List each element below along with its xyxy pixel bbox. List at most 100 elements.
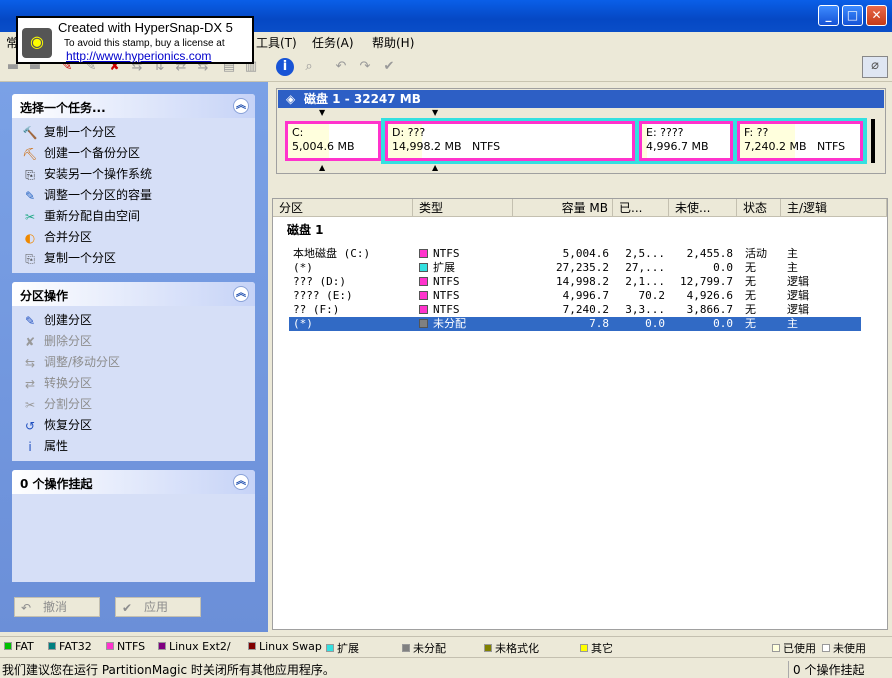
- table-row[interactable]: (*) 未分配 7.8 0.0 0.0 无 主: [289, 317, 861, 331]
- operation-icon: ⇆: [24, 356, 36, 370]
- legend-swatch: [326, 644, 334, 652]
- operation-item[interactable]: ✎ 创建分区: [12, 310, 255, 331]
- menu-help[interactable]: 帮助(H): [372, 34, 414, 51]
- cell-kind: 主: [787, 247, 798, 260]
- undo-icon[interactable]: ↶: [332, 58, 350, 76]
- task-item[interactable]: ✎ 调整一个分区的容量: [12, 185, 255, 206]
- table-row[interactable]: ??? (D:) NTFS 14,998.2 2,1... 12,799.7 无 逻辑: [289, 275, 861, 289]
- operation-item[interactable]: ⇆ 调整/移动分区: [12, 352, 255, 373]
- column-header-type[interactable]: 类型: [413, 199, 513, 217]
- disk-map-header: ◈ 磁盘 1 - 32247 MB: [278, 90, 884, 108]
- stamp-line-1: Created with HyperSnap-DX 5: [58, 20, 233, 35]
- partition-block-f[interactable]: F: ?? 7,240.2 MB NTFS: [737, 121, 863, 161]
- stamp-line-2: To avoid this stamp, buy a license at: [64, 38, 225, 49]
- info-icon[interactable]: i: [276, 58, 294, 76]
- task-label: 重新分配自由空间: [44, 209, 141, 223]
- task-item[interactable]: ⎘ 复制一个分区: [12, 248, 255, 269]
- marker-arrow-icon: ▲: [319, 163, 326, 172]
- task-label: 调整一个分区的容量: [44, 188, 153, 202]
- cell-name: ?? (F:): [293, 303, 340, 316]
- task-item[interactable]: ⎘ 安装另一个操作系统: [12, 164, 255, 185]
- ops-panel-header[interactable]: 分区操作 ︽: [12, 282, 255, 306]
- task-icon: ⎘: [25, 168, 35, 182]
- status-message: 我们建议您在运行 PartitionMagic 时关闭所有其他应用程序。: [2, 663, 335, 677]
- stamp-link[interactable]: http://www.hyperionics.com: [66, 49, 211, 63]
- menu-tools[interactable]: 工具(T): [256, 34, 297, 51]
- legend-swatch: [822, 644, 830, 652]
- task-icon: 🔨: [22, 126, 38, 140]
- task-panel-header[interactable]: 选择一个任务... ︽: [12, 94, 255, 118]
- close-button[interactable]: ✕: [866, 5, 887, 26]
- cell-type: NTFS: [419, 275, 460, 289]
- partition-block-e[interactable]: E: ???? 4,996.7 MB: [639, 121, 733, 161]
- legend-item: FAT32: [48, 640, 92, 653]
- table-row[interactable]: ?? (F:) NTFS 7,240.2 3,3... 3,866.7 无 逻辑: [289, 303, 861, 317]
- status-pending-count: 0 个操作挂起: [788, 661, 864, 678]
- column-header-used[interactable]: 已...: [613, 199, 669, 217]
- undo-icon: ↶: [21, 601, 32, 615]
- cell-size: 7.8: [589, 317, 609, 330]
- cell-type-label: 扩展: [433, 261, 455, 274]
- partition-fs: NTFS: [817, 140, 846, 153]
- task-item[interactable]: ✂ 重新分配自由空间: [12, 206, 255, 227]
- cell-type: 未分配: [419, 317, 466, 331]
- operation-item[interactable]: ⇄ 转换分区: [12, 373, 255, 394]
- legend-swatch: [402, 644, 410, 652]
- cell-type-label: NTFS: [433, 303, 460, 316]
- column-header-kind[interactable]: 主/逻辑: [781, 199, 887, 217]
- undo-label: 撤消: [43, 600, 68, 614]
- menu-tasks[interactable]: 任务(A): [312, 34, 354, 51]
- column-header-partition[interactable]: 分区: [273, 199, 413, 217]
- cell-unused: 0.0: [713, 317, 733, 330]
- cell-type-label: 未分配: [433, 317, 466, 330]
- legend-item: 未格式化: [484, 640, 539, 656]
- legend-swatch: [48, 642, 56, 650]
- partition-letter: F: ??: [744, 126, 769, 139]
- cell-name: ??? (D:): [293, 275, 346, 288]
- ops-panel: 分区操作 ︽ ✎ 创建分区 ✘ 删除分区 ⇆ 调整/移动分区 ⇄ 转换分区 ✂ 分割分区 ↺ 恢复分区 i…: [12, 282, 255, 461]
- cell-name: ???? (E:): [293, 289, 353, 302]
- legend-label: 未格式化: [495, 642, 539, 655]
- table-row[interactable]: ???? (E:) NTFS 4,996.7 70.2 4,926.6 无 逻辑: [289, 289, 861, 303]
- apply-button[interactable]: ✔ 应用: [115, 597, 201, 617]
- partition-block-d[interactable]: D: ??? 14,998.2 MB NTFS: [385, 121, 635, 161]
- column-header-status[interactable]: 状态: [737, 199, 781, 217]
- legend-label: FAT: [15, 640, 34, 653]
- operation-item[interactable]: ✂ 分割分区: [12, 394, 255, 415]
- task-item[interactable]: ◐ 合并分区: [12, 227, 255, 248]
- cell-unused: 3,866.7: [686, 303, 733, 316]
- chevron-up-icon[interactable]: ︽: [233, 98, 249, 114]
- cell-status: 无: [745, 317, 756, 330]
- operation-icon: ✂: [24, 398, 36, 412]
- table-row[interactable]: 本地磁盘 (C:) NTFS 5,004.6 2,5... 2,455.8 活动 主: [289, 247, 861, 261]
- operation-item[interactable]: ✘ 删除分区: [12, 331, 255, 352]
- task-item[interactable]: 🔨 复制一个分区: [12, 122, 255, 143]
- search-icon[interactable]: ⌕: [300, 58, 318, 76]
- apply-icon[interactable]: ✔: [380, 58, 398, 76]
- table-row[interactable]: (*) 扩展 27,235.2 27,... 0.0 无 主: [289, 261, 861, 275]
- cell-type-label: NTFS: [433, 289, 460, 302]
- chevron-up-icon[interactable]: ︽: [233, 474, 249, 490]
- minimize-button[interactable]: _: [818, 5, 839, 26]
- type-swatch: [419, 319, 428, 328]
- operation-item[interactable]: i 属性: [12, 436, 255, 457]
- maximize-button[interactable]: □: [842, 5, 863, 26]
- legend-label: 扩展: [337, 642, 359, 655]
- disk-title: 磁盘 1 - 32247 MB: [304, 92, 421, 106]
- task-label: 安装另一个操作系统: [44, 167, 153, 181]
- chevron-up-icon[interactable]: ︽: [233, 286, 249, 302]
- column-header-unused[interactable]: 未使...: [669, 199, 737, 217]
- partition-block-c[interactable]: C: 5,004.6 MB: [285, 121, 381, 161]
- redo-icon[interactable]: ↷: [356, 58, 374, 76]
- undo-button[interactable]: ↶ 撤消: [14, 597, 100, 617]
- pending-panel-header[interactable]: 0 个操作挂起 ︽: [12, 470, 255, 494]
- cell-size: 4,996.7: [562, 289, 609, 302]
- column-header-size[interactable]: 容量 MB: [513, 199, 613, 217]
- operation-item[interactable]: ↺ 恢复分区: [12, 415, 255, 436]
- task-item[interactable]: ⛏ 创建一个备份分区: [12, 143, 255, 164]
- cell-status: 活动: [745, 247, 767, 260]
- legend-label: 其它: [591, 642, 613, 655]
- operation-label: 转换分区: [44, 376, 93, 390]
- cell-used: 0.0: [645, 317, 665, 330]
- unallocated-block[interactable]: [871, 119, 875, 163]
